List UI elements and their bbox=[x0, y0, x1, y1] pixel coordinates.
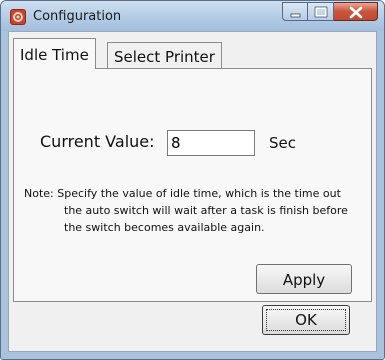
minimize-button[interactable] bbox=[282, 2, 308, 21]
note-line: the auto switch will wait after a task i… bbox=[64, 204, 348, 217]
title-bar[interactable]: Configuration bbox=[1, 1, 384, 31]
maximize-button[interactable] bbox=[308, 2, 334, 21]
note-line: the switch becomes available again. bbox=[64, 221, 265, 234]
current-value-label: Current Value: bbox=[40, 132, 155, 151]
idle-time-panel: Current Value: Sec Note: Specify the val… bbox=[13, 68, 372, 302]
maximize-icon bbox=[314, 6, 328, 18]
dialog-client-area: Idle Time Select Printer Current Value: … bbox=[8, 31, 377, 352]
tab-select-printer[interactable]: Select Printer bbox=[107, 42, 222, 69]
app-icon[interactable] bbox=[10, 9, 26, 25]
tab-idle-time-label: Idle Time bbox=[20, 46, 89, 64]
close-icon bbox=[349, 6, 363, 19]
ok-button[interactable]: OK bbox=[262, 305, 350, 335]
configuration-window: Configuration Idle Time Select Printer C… bbox=[0, 0, 385, 360]
note-line: Note: Specify the value of idle time, wh… bbox=[24, 187, 341, 200]
current-value-input[interactable] bbox=[167, 130, 255, 156]
unit-label: Sec bbox=[269, 134, 296, 152]
minimize-icon bbox=[290, 13, 301, 18]
note-text: Note: Specify the value of idle time, wh… bbox=[24, 185, 364, 236]
window-title: Configuration bbox=[33, 9, 122, 24]
tab-idle-time[interactable]: Idle Time bbox=[13, 38, 96, 69]
tab-select-printer-label: Select Printer bbox=[114, 48, 215, 66]
caption-buttons bbox=[282, 2, 378, 22]
apply-button[interactable]: Apply bbox=[256, 264, 352, 294]
close-button[interactable] bbox=[334, 2, 378, 21]
